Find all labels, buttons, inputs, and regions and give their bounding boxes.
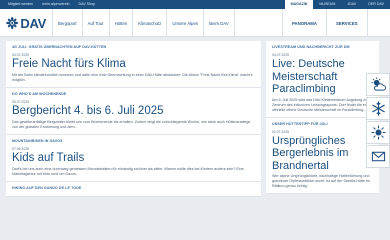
nav-beim-dav[interactable]: Beim DAV — [203, 9, 235, 37]
nav-panorama[interactable]: PANORAMA — [282, 9, 326, 37]
utility-bar: Mitglied werden mein.alpenverein DAV Sho… — [0, 0, 390, 9]
article-teaser: Mit der Bahn klimafreundlich anreisen un… — [12, 73, 253, 82]
article-kicker: LIVESTREAM UND NACHBERICHT ZUR DM — [272, 45, 350, 49]
article-teaser: Am 5. Juli 2025 wird das DAV-Kletterzent… — [272, 97, 371, 112]
secondary-nav: PANORAMA SERVICES — [282, 9, 368, 37]
weather-button[interactable] — [366, 73, 390, 96]
edelweiss-icon — [6, 16, 19, 30]
article-kicker: HIKING AUF DEN GANDO DE LE TODE — [12, 186, 82, 190]
article-title[interactable]: Freie Nacht fürs Klima — [12, 58, 255, 71]
link-mein-alpenverein[interactable]: mein.alpenverein — [42, 0, 69, 9]
side-feed: LIVESTREAM UND NACHBERICHT ZUR DM 04.07.… — [266, 41, 379, 194]
dav-logo[interactable]: DAV — [6, 13, 46, 33]
nav-bergsport[interactable]: Bergsport — [52, 9, 82, 37]
weather-icon — [370, 77, 386, 91]
tab-museum[interactable]: MUSEUM — [313, 0, 341, 9]
snow-button[interactable] — [366, 97, 390, 120]
article-kicker: UNSER HÜTTENTIPP FÜR JULI — [272, 121, 328, 126]
article-teaser: Das gewitteranfällige Bergwetter bleibt … — [12, 120, 251, 129]
main-feed: 4G JULI: GRATIS ÜBERNACHTEN AUF DAV-HÜTT… — [6, 41, 261, 197]
nav-klimaschutz[interactable]: Klimaschutz — [132, 9, 166, 37]
article-kicker: DO WHO'S AM WOCHENENDE — [12, 92, 67, 96]
snow-icon — [371, 101, 385, 116]
sun-icon — [370, 125, 386, 140]
link-mitglied-werden[interactable]: Mitglied werden — [8, 0, 33, 9]
article-card[interactable]: HIKING AUF DEN GANDO DE LE TODE — [6, 182, 261, 197]
portal-tabs: MAGAZIN MUSEUM JDAV DER DAV — [284, 0, 390, 9]
article-card[interactable]: DO WHO'S AM WOCHENENDE 03.07.2025 Bergbe… — [6, 88, 261, 135]
quick-icon-rail — [366, 73, 390, 169]
logo-text: DAV — [20, 15, 46, 31]
sun-button[interactable] — [366, 121, 390, 144]
link-dav-shop[interactable]: DAV Shop — [79, 0, 96, 9]
newsletter-button[interactable] — [366, 145, 390, 168]
article-card[interactable]: 4G JULI: GRATIS ÜBERNACHTEN AUF DAV-HÜTT… — [6, 41, 261, 88]
nav-unsere-alpen[interactable]: Unsere Alpen — [166, 9, 203, 37]
side-article-card[interactable]: UNSER HÜTTENTIPP FÜR JULI 02.07.2025 Urs… — [266, 117, 379, 194]
tab-magazin[interactable]: MAGAZIN — [284, 0, 314, 9]
side-article-card[interactable]: LIVESTREAM UND NACHBERICHT ZUR DM 04.07.… — [266, 41, 379, 118]
nav-huetten[interactable]: Hütten — [108, 9, 133, 37]
article-teaser: Wer alpine Ursprünglichkeit, nachhaltige… — [272, 174, 370, 188]
article-kicker: 4G JULI: GRATIS ÜBERNACHTEN AUF DAV-HÜTT… — [12, 45, 107, 49]
article-title[interactable]: Kids auf Trails — [12, 152, 255, 165]
article-title[interactable]: Ursprüngliches Bergerlebnis im Brandnert… — [272, 135, 373, 173]
mail-icon — [371, 151, 385, 162]
tab-der-dav[interactable]: DER DAV — [362, 0, 390, 9]
utility-links: Mitglied werden mein.alpenverein DAV Sho… — [8, 0, 95, 9]
nav-services[interactable]: SERVICES — [325, 9, 368, 37]
article-teaser: Darf's bei uns auch eine durchweg gemess… — [12, 167, 244, 176]
main-nav: Bergsport Auf Tour Hütten Klimaschutz Un… — [52, 9, 235, 37]
article-kicker: MOUNTAINBIKEN IN DAVOS — [12, 139, 63, 143]
site-header: DAV Bergsport Auf Tour Hütten Klimaschut… — [0, 9, 390, 37]
article-title[interactable]: Live: Deutsche Meisterschaft Paraclimbin… — [272, 58, 373, 96]
tab-jdav[interactable]: JDAV — [341, 0, 362, 9]
article-card[interactable]: MOUNTAINBIKEN IN DAVOS 07.06.2025 Kids a… — [6, 135, 261, 182]
article-title[interactable]: Bergbericht 4. bis 6. Juli 2025 — [12, 105, 255, 118]
nav-auf-tour[interactable]: Auf Tour — [81, 9, 109, 37]
